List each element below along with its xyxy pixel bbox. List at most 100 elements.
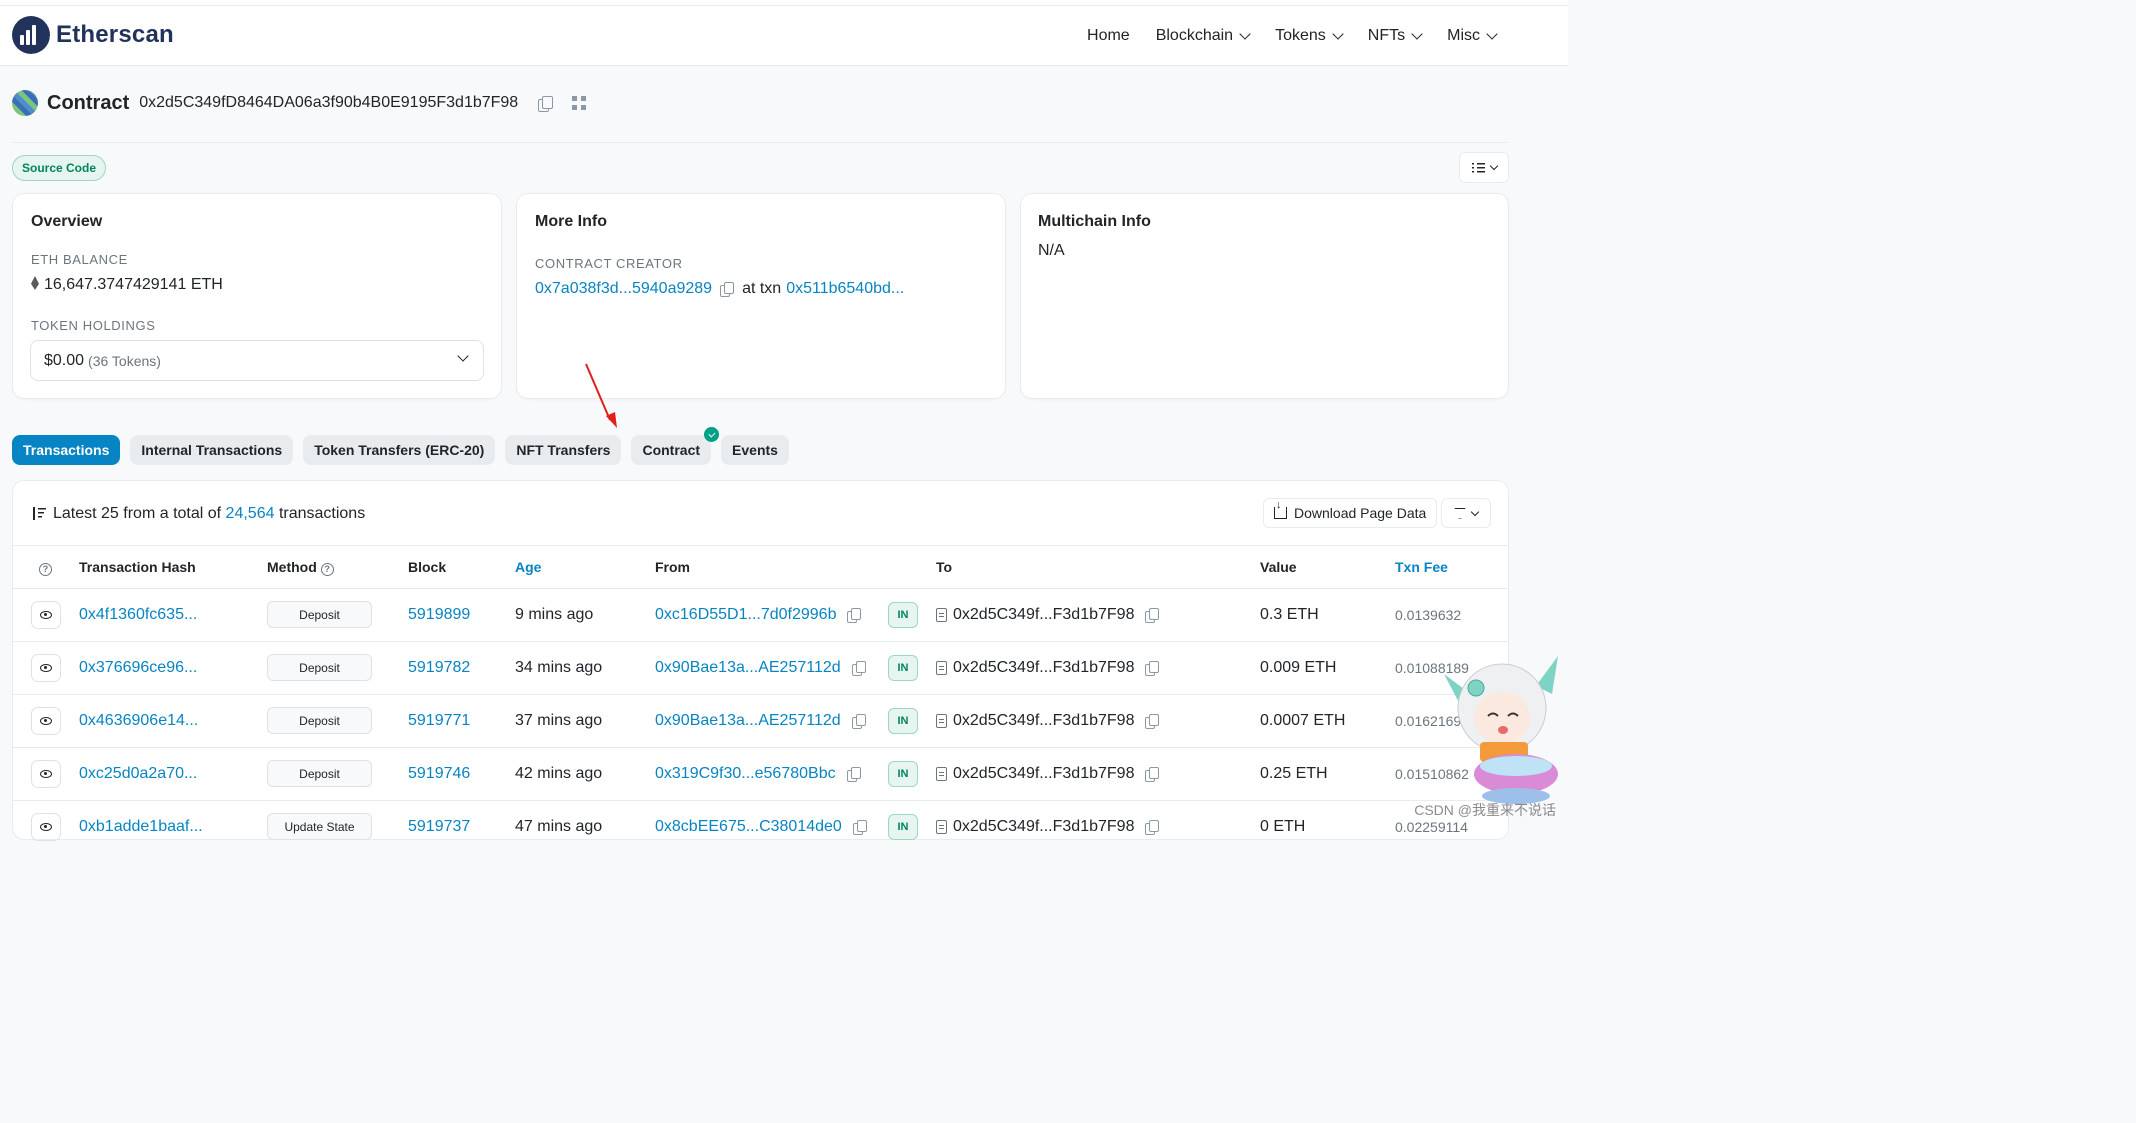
creation-txn-link[interactable]: 0x511b6540bd...: [786, 280, 904, 298]
direction-badge: IN: [888, 654, 918, 681]
token-count: (36 Tokens): [88, 352, 161, 369]
contract-file-icon: [936, 660, 947, 675]
copy-icon[interactable]: [852, 819, 867, 835]
chevron-down-icon: [1332, 27, 1344, 40]
method-badge: Deposit: [267, 654, 372, 681]
creator-address-link[interactable]: 0x7a038f3d...5940a9289: [535, 280, 712, 298]
method-badge: Deposit: [267, 707, 372, 734]
from-address-link[interactable]: 0x90Bae13a...AE257112d: [655, 712, 841, 730]
to-address: 0x2d5C349f...F3d1b7F98: [953, 605, 1135, 623]
overview-card: Overview ETH BALANCE 16,647.3747429141 E…: [12, 193, 502, 399]
table-row: 0xc25d0a2a70... Deposit 5919746 42 mins …: [13, 747, 1508, 800]
view-details-button[interactable]: [31, 600, 61, 629]
help-icon[interactable]: ?: [320, 563, 334, 576]
nav-tokens[interactable]: Tokens: [1275, 27, 1344, 45]
tab-internal-transactions[interactable]: Internal Transactions: [130, 435, 294, 465]
etherscan-logo[interactable]: Etherscan: [12, 16, 174, 54]
block-link[interactable]: 5919746: [408, 747, 470, 800]
block-link[interactable]: 5919737: [408, 800, 470, 853]
txn-age: 47 mins ago: [515, 817, 603, 835]
copy-icon[interactable]: [851, 660, 866, 676]
copy-icon[interactable]: [846, 766, 861, 782]
tab-contract[interactable]: Contract: [631, 427, 720, 465]
qr-code-icon[interactable]: [572, 96, 587, 110]
tab-token-transfers[interactable]: Token Transfers (ERC-20): [303, 435, 496, 465]
nav-misc[interactable]: Misc: [1447, 27, 1498, 45]
view-details-button[interactable]: [31, 706, 61, 735]
txn-hash-link[interactable]: 0xb1adde1baaf...: [79, 800, 203, 853]
contract-creator-label: CONTRACT CREATOR: [535, 256, 683, 271]
chevron-down-icon: [1489, 161, 1498, 171]
eye-icon: [40, 610, 52, 619]
copy-icon[interactable]: [1145, 766, 1160, 782]
download-page-data-button[interactable]: Download Page Data: [1263, 498, 1438, 528]
source-code-badge[interactable]: Source Code: [12, 155, 107, 181]
tab-nft-transfers[interactable]: NFT Transfers: [505, 435, 622, 465]
sort-icon[interactable]: [31, 507, 47, 521]
txn-hash-link[interactable]: 0x4636906e14...: [79, 694, 198, 747]
chevron-down-icon: [1239, 27, 1251, 40]
from-address-link[interactable]: 0xc16D55D1...7d0f2996b: [655, 606, 836, 624]
tab-events[interactable]: Events: [721, 435, 789, 465]
nav-nfts[interactable]: NFTs: [1368, 27, 1423, 45]
view-details-button[interactable]: [31, 759, 61, 788]
divider: [13, 545, 1508, 546]
table-row: 0x4f1360fc635... Deposit 5919899 9 mins …: [13, 588, 1508, 641]
block-link[interactable]: 5919782: [408, 641, 470, 694]
copy-icon[interactable]: [538, 96, 554, 112]
chevron-down-icon: [457, 350, 469, 362]
txn-age: 9 mins ago: [515, 605, 594, 623]
copy-icon[interactable]: [1145, 660, 1160, 676]
nav-blockchain[interactable]: Blockchain: [1156, 27, 1251, 45]
txn-age: 34 mins ago: [515, 658, 603, 676]
nav-home[interactable]: Home: [1087, 27, 1130, 45]
direction-badge: IN: [888, 601, 918, 628]
table-row: 0x4636906e14... Deposit 5919771 37 mins …: [13, 694, 1508, 747]
method-badge: Deposit: [267, 601, 372, 628]
col-age[interactable]: Age: [515, 559, 541, 575]
col-from: From: [655, 559, 690, 575]
direction-badge: IN: [888, 707, 918, 734]
txn-hash-link[interactable]: 0x4f1360fc635...: [79, 588, 197, 641]
to-address: 0x2d5C349f...F3d1b7F98: [953, 658, 1135, 676]
token-value: $0.00: [44, 351, 85, 369]
eye-icon: [40, 716, 52, 725]
txn-value: 0 ETH: [1260, 817, 1306, 835]
copy-icon[interactable]: [1145, 819, 1160, 835]
filter-icon: [1454, 507, 1466, 519]
page-type-label: Contract: [47, 91, 130, 114]
annotation-arrow: [585, 363, 617, 428]
block-link[interactable]: 5919771: [408, 694, 470, 747]
chevron-down-icon: [1411, 27, 1423, 40]
filter-button[interactable]: [1441, 498, 1491, 528]
mascot-character-image: [1444, 656, 1558, 804]
copy-icon[interactable]: [851, 713, 866, 729]
view-details-button[interactable]: [31, 653, 61, 682]
view-options-button[interactable]: [1459, 152, 1509, 183]
chevron-down-icon: [1470, 507, 1480, 516]
copy-icon[interactable]: [847, 607, 862, 623]
txn-hash-link[interactable]: 0x376696ce96...: [79, 641, 197, 694]
copy-icon[interactable]: [1145, 713, 1160, 729]
txn-hash-link[interactable]: 0xc25d0a2a70...: [79, 747, 197, 800]
col-transaction-hash: Transaction Hash: [79, 559, 196, 575]
copy-icon[interactable]: [1145, 607, 1160, 623]
from-address-link[interactable]: 0x90Bae13a...AE257112d: [655, 659, 841, 677]
help-icon[interactable]: ?: [39, 559, 52, 576]
col-value: Value: [1260, 559, 1297, 575]
table-row: 0xb1adde1baaf... Update State 5919737 47…: [13, 800, 1508, 853]
to-address: 0x2d5C349f...F3d1b7F98: [953, 817, 1135, 835]
token-holdings-label: TOKEN HOLDINGS: [31, 318, 156, 333]
total-transactions-link[interactable]: 24,564: [226, 505, 275, 523]
block-link[interactable]: 5919899: [408, 588, 470, 641]
direction-badge: IN: [888, 813, 918, 840]
transactions-card: Latest 25 from a total of 24,564 transac…: [12, 480, 1509, 841]
view-details-button[interactable]: [31, 812, 61, 841]
from-address-link[interactable]: 0x8cbEE675...C38014de0: [655, 818, 842, 836]
from-address-link[interactable]: 0x319C9f30...e56780Bbc: [655, 765, 836, 783]
col-txn-fee[interactable]: Txn Fee: [1395, 559, 1448, 575]
tab-transactions[interactable]: Transactions: [12, 435, 121, 465]
method-badge: Update State: [267, 813, 372, 840]
copy-icon[interactable]: [720, 282, 735, 297]
token-holdings-dropdown[interactable]: $0.00 (36 Tokens): [30, 340, 484, 381]
